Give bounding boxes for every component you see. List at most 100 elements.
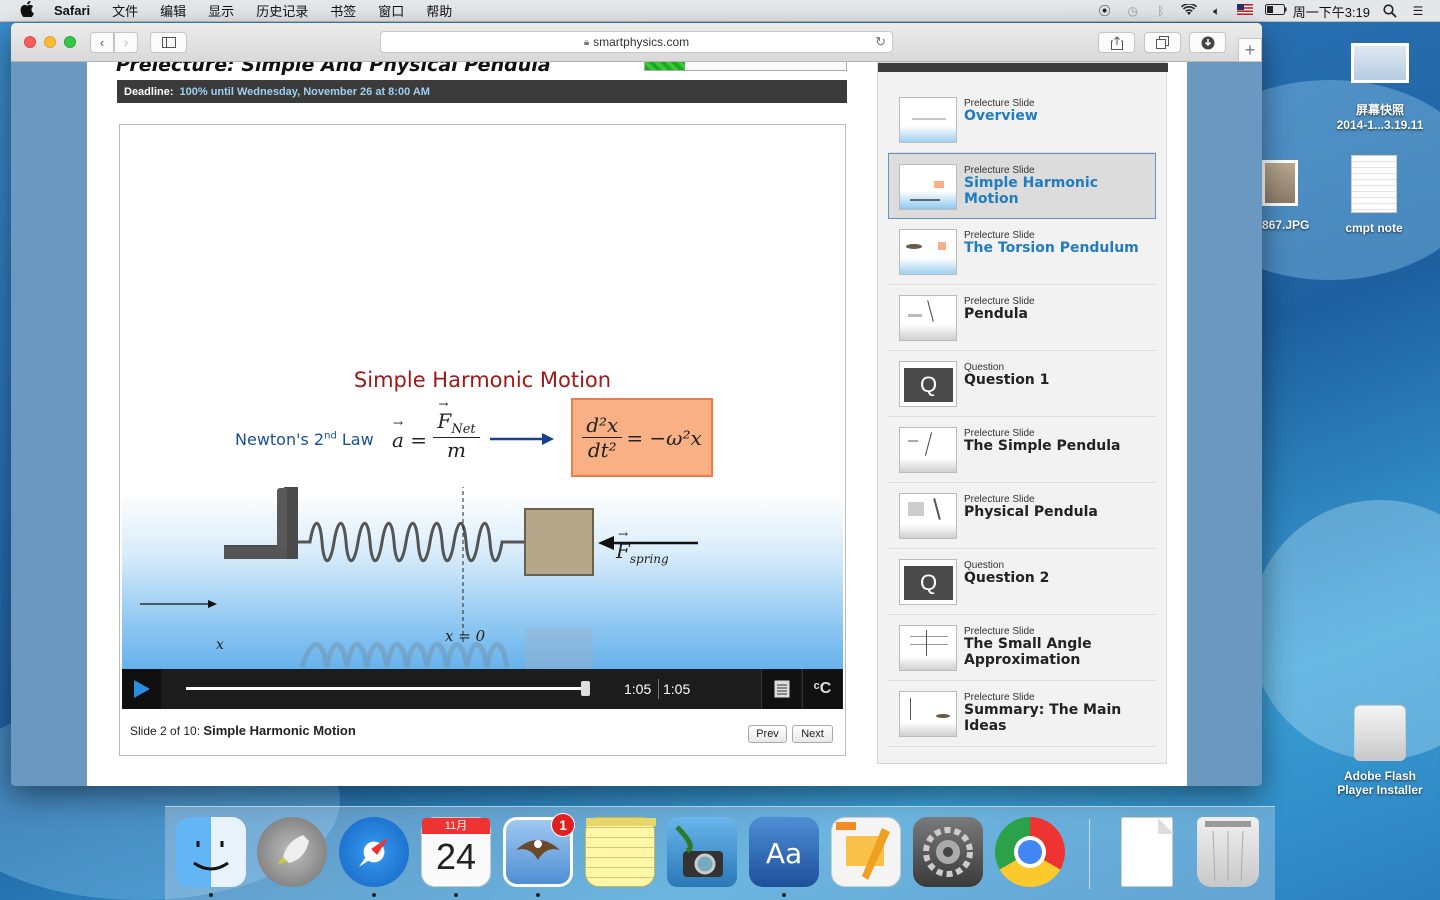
slide-thumbnail: [899, 97, 957, 143]
dock-trash[interactable]: [1197, 817, 1259, 887]
sidebar-item-simple-harmonic-motion[interactable]: Prelecture Slide Simple Harmonic Motion: [888, 153, 1156, 219]
new-tab-button[interactable]: +: [1238, 38, 1262, 62]
share-button[interactable]: [1098, 32, 1135, 53]
dock-document[interactable]: [1121, 817, 1174, 887]
equilibrium-label: x = 0: [445, 627, 486, 645]
seek-bar[interactable]: [186, 687, 586, 690]
dock-system-preferences[interactable]: [913, 817, 983, 887]
dock-calendar[interactable]: 11月 24: [421, 817, 491, 887]
desktop-screenshot-file[interactable]: 屏幕快照 2014-1...3.19.11: [1330, 43, 1430, 132]
minimize-window-button[interactable]: [44, 36, 56, 48]
menu-window[interactable]: 窗口: [378, 1, 404, 20]
next-button[interactable]: Next: [792, 725, 833, 743]
battery-icon[interactable]: [1264, 4, 1287, 18]
desktop-note-file[interactable]: cmpt note: [1334, 155, 1414, 235]
sidebar-item-pendula[interactable]: Prelecture Slide Pendula: [888, 285, 1156, 351]
volume-icon[interactable]: 🔈︎: [1209, 4, 1225, 18]
sidebar-item-question-1[interactable]: Q Question Question 1: [888, 351, 1156, 417]
dock-dictionary[interactable]: Aa: [749, 817, 819, 887]
dock-finder[interactable]: [176, 817, 246, 887]
bluetooth-icon[interactable]: ᛒ: [1153, 4, 1169, 18]
dock-pages[interactable]: [831, 817, 901, 887]
menu-clock[interactable]: 周一下午3:19: [1293, 2, 1370, 21]
sidebar-item-torsion-pendulum[interactable]: Prelecture Slide The Torsion Pendulum: [888, 219, 1156, 285]
menu-app-name[interactable]: Safari: [54, 3, 90, 18]
sidebar-item-overview[interactable]: Prelecture Slide Overview: [888, 87, 1156, 153]
dock-notes[interactable]: [585, 817, 656, 887]
sidebar-icon: [161, 37, 176, 48]
force-arrow-head: [598, 536, 614, 550]
address-bar[interactable]: 🔒︎ smartphysics.com ↻: [380, 31, 893, 53]
sidebar-toggle-button[interactable]: [150, 32, 187, 53]
close-window-button[interactable]: [24, 36, 36, 48]
slide-thumbnail: [899, 493, 957, 539]
apple-menu-icon[interactable]: [20, 0, 38, 20]
spring-coil: [298, 521, 525, 563]
sidebar-item-question-2[interactable]: Q Question Question 2: [888, 549, 1156, 615]
fspring-sub: spring: [629, 552, 669, 566]
play-button[interactable]: [122, 669, 161, 709]
fspring-symbol: F: [616, 539, 630, 563]
sidebar-item-simple-pendula[interactable]: Prelecture Slide The Simple Pendula: [888, 417, 1156, 483]
slide-title: Simple Harmonic Motion: [353, 368, 612, 392]
sidebar-item-small-angle-approximation[interactable]: Prelecture Slide The Small Angle Approxi…: [888, 615, 1156, 681]
desktop-flash-installer[interactable]: Adobe Flash Player Installer: [1325, 705, 1435, 797]
menu-view[interactable]: 显示: [208, 1, 234, 20]
slide-canvas[interactable]: Simple Harmonic Motion Newton's 2nd Law …: [122, 127, 843, 669]
desktop-installer-label-2: Player Installer: [1337, 783, 1423, 797]
slide-position-name: Simple Harmonic Motion: [203, 723, 356, 738]
menu-help[interactable]: 帮助: [426, 1, 452, 20]
sidebar-item-physical-pendula[interactable]: Prelecture Slide Physical Pendula: [888, 483, 1156, 549]
box-rhs: = −ω²x: [626, 425, 702, 450]
menu-edit[interactable]: 编辑: [160, 1, 186, 20]
deadline-value: 100% until Wednesday, November 26 at 8:0…: [179, 85, 430, 98]
document-icon: [1351, 155, 1397, 213]
desktop-jpg-file[interactable]: 867.JPG: [1262, 160, 1322, 232]
sidebar-item-title: Simple Harmonic Motion: [964, 175, 1098, 207]
sidebar-item-title: Question 1: [964, 372, 1050, 388]
prev-button[interactable]: Prev: [748, 725, 787, 743]
forward-button[interactable]: ›: [114, 32, 138, 53]
sidebar-item-summary[interactable]: Prelecture Slide Summary: The Main Ideas: [888, 681, 1156, 747]
newton-law-label: Newton's 2nd Law: [235, 430, 374, 449]
reload-icon[interactable]: ↻: [875, 34, 886, 50]
downloads-button[interactable]: [1189, 32, 1226, 53]
time-separator: [658, 679, 659, 699]
deadline-bar: Deadline: 100% until Wednesday, November…: [117, 80, 847, 103]
finder-icon: [193, 841, 229, 871]
slide-thumbnail: [899, 295, 957, 341]
menu-file[interactable]: 文件: [112, 1, 138, 20]
zoom-window-button[interactable]: [64, 36, 76, 48]
slide-thumbnail: [899, 427, 957, 473]
newton-equation: → a = → FNet m: [392, 397, 480, 462]
dock-chrome[interactable]: [995, 817, 1065, 887]
seek-handle[interactable]: [581, 681, 590, 696]
spotlight-search-icon[interactable]: [1382, 4, 1398, 18]
tabs-overview-button[interactable]: [1144, 32, 1181, 53]
lecture-progress-fill: [645, 62, 686, 70]
dock-safari[interactable]: [339, 817, 409, 887]
menu-history[interactable]: 历史记录: [256, 1, 308, 20]
menu-bookmarks[interactable]: 书签: [330, 1, 356, 20]
sidebar-item-title: The Small Angle Approximation: [964, 636, 1092, 668]
lecture-title: Prelecture: Simple And Physical Pendula: [116, 62, 551, 76]
captions-button[interactable]: ᶜC: [802, 669, 842, 709]
running-indicator: [782, 893, 786, 897]
spotlight-plugin-icon[interactable]: ⦿: [1097, 4, 1113, 18]
wifi-icon[interactable]: [1180, 3, 1197, 18]
chrome-icon: [1014, 836, 1046, 868]
newton-label-suffix: Law: [336, 430, 374, 449]
download-icon: [1201, 36, 1214, 49]
address-url: smartphysics.com: [593, 35, 690, 49]
dock-iphoto[interactable]: [667, 817, 737, 887]
total-time: 1:05: [663, 681, 691, 697]
current-time: 1:05: [624, 681, 652, 697]
dock-launchpad[interactable]: [257, 817, 327, 887]
notification-center-icon[interactable]: ☰: [1410, 4, 1426, 18]
safari-window: ‹ › 🔒︎ smartphysics.com ↻ + Prelecture: …: [11, 23, 1262, 786]
input-source-flag-icon[interactable]: [1236, 4, 1253, 18]
transcript-button[interactable]: [761, 669, 801, 709]
slide-list-sidebar: Prelecture Slide Overview Prelecture Sli…: [877, 62, 1168, 764]
time-machine-icon[interactable]: ◷: [1125, 4, 1141, 18]
back-button[interactable]: ‹: [90, 32, 114, 53]
